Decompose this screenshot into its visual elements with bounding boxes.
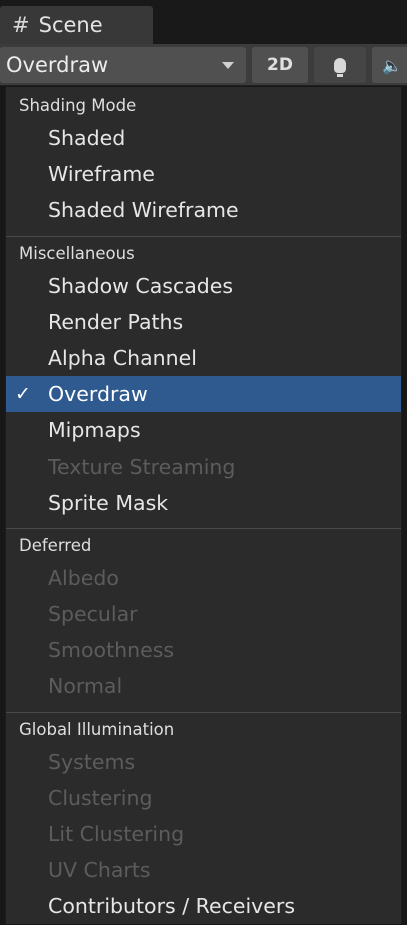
menu-item-label: Albedo	[48, 565, 119, 590]
menu-item-label: Alpha Channel	[48, 345, 197, 370]
lighting-toggle-button[interactable]	[314, 47, 366, 83]
grid-hash-icon: #	[12, 13, 30, 37]
menu-item-label: Texture Streaming	[48, 454, 236, 479]
menu-item: Normal	[6, 668, 401, 704]
menu-item-label: Wireframe	[48, 162, 155, 187]
menu-item[interactable]: Sprite Mask	[6, 485, 401, 521]
menu-item-label: Lit Clustering	[48, 822, 185, 846]
scene-toolbar: Overdraw 2D 🔈	[0, 44, 407, 86]
menu-item[interactable]: Mipmaps	[6, 412, 401, 448]
menu-item: Specular	[6, 596, 401, 632]
menu-item-label: Normal	[48, 674, 123, 699]
menu-item[interactable]: Shaded	[6, 120, 401, 156]
menu-item[interactable]: Wireframe	[6, 156, 401, 192]
menu-item[interactable]: Render Paths	[6, 304, 401, 340]
menu-item[interactable]: ✓ Overdraw	[6, 376, 401, 413]
menu-item: Albedo	[6, 560, 401, 596]
menu-item: UV Charts	[6, 852, 401, 888]
draw-mode-menu: Shading Mode Shaded Wireframe Shaded Wirefr…	[5, 87, 402, 924]
menu-divider	[6, 711, 401, 713]
menu-section-header: Miscellaneous	[19, 243, 135, 263]
draw-mode-dropdown[interactable]: Overdraw	[0, 47, 246, 83]
menu-item-label: Sprite Mask	[48, 490, 169, 515]
menu-item-label: Mipmaps	[48, 418, 141, 443]
menu-section: Global Illumination Systems Clustering Lit …	[6, 716, 401, 925]
menu-item[interactable]: Contributors / Receivers	[6, 888, 401, 924]
menu-section: Miscellaneous Shadow Cascades Render Paths…	[6, 240, 401, 521]
draw-mode-value: Overdraw	[6, 53, 109, 77]
toggle-2d-button[interactable]: 2D	[252, 47, 308, 83]
menu-section-header: Shading Mode	[19, 96, 137, 115]
menu-item-label: Shaded	[48, 126, 126, 150]
menu-item: Systems	[6, 744, 401, 780]
menu-item: Smoothness	[6, 632, 401, 668]
menu-item-label: Render Paths	[48, 309, 184, 334]
menu-divider	[6, 527, 401, 529]
menu-item-label: Clustering	[48, 785, 153, 810]
menu-item-label: Systems	[48, 749, 136, 774]
menu-section-header: Deferred	[19, 535, 92, 555]
menu-item[interactable]: Shadow Cascades	[6, 268, 401, 304]
menu-item-label: UV Charts	[48, 858, 151, 883]
menu-item: Lit Clustering	[6, 816, 401, 852]
menu-section: Deferred Albedo Specular Smoothness Normal	[6, 532, 401, 705]
menu-section: Shading Mode Shaded Wireframe Shaded Wirefr…	[6, 87, 401, 229]
menu-item-label: Specular	[48, 602, 138, 627]
menu-item: Texture Streaming	[6, 449, 401, 485]
menu-item-label: Smoothness	[48, 638, 175, 663]
menu-item[interactable]: Shaded Wireframe	[6, 192, 401, 228]
audio-toggle-button[interactable]: 🔈	[372, 47, 407, 83]
lightbulb-icon	[334, 57, 346, 77]
speaker-icon: 🔈	[382, 55, 402, 75]
menu-item-label: Shadow Cascades	[48, 273, 234, 298]
menu-item-label: Overdraw	[48, 382, 148, 407]
menu-item-label: Contributors / Receivers	[48, 894, 296, 919]
menu-item[interactable]: Alpha Channel	[6, 340, 401, 376]
tab-scene[interactable]: # Scene	[0, 6, 153, 44]
tab-bar: # Scene	[0, 0, 407, 44]
chevron-down-icon	[222, 61, 234, 69]
menu-divider	[6, 235, 401, 237]
menu-section-header: Global Illumination	[19, 719, 175, 739]
menu-item-label: Shaded Wireframe	[48, 198, 239, 223]
tab-label: Scene	[38, 13, 103, 37]
menu-item: Clustering	[6, 780, 401, 816]
checkmark-icon: ✓	[15, 383, 31, 406]
